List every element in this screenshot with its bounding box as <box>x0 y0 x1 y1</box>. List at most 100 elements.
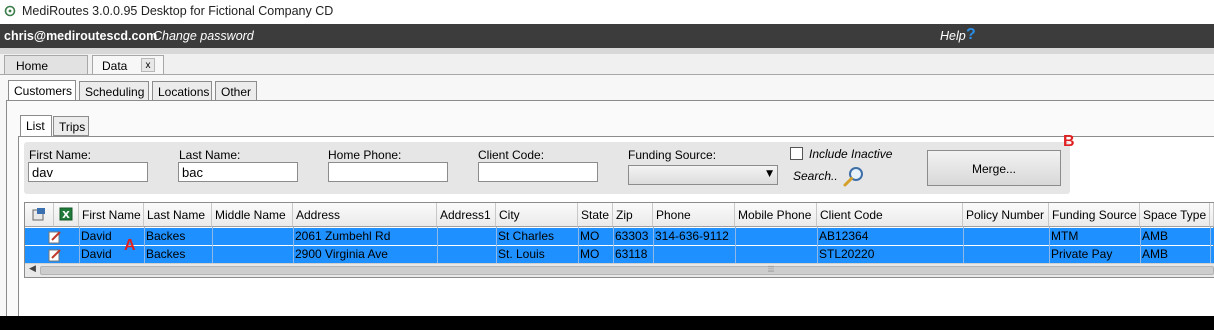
col-header-space-type[interactable]: Space Type <box>1140 203 1210 227</box>
col-header-state[interactable]: State <box>578 203 613 227</box>
change-password-link[interactable]: Change password <box>153 29 254 43</box>
grip-icon: ⦙⦙⦙ <box>768 265 775 275</box>
excel-icon: X <box>59 207 73 221</box>
tab-home-label: Home <box>16 59 49 73</box>
help-icon[interactable]: ? <box>966 26 976 44</box>
search-icon[interactable] <box>842 165 866 189</box>
help-link[interactable]: Help <box>940 29 966 43</box>
app-logo-icon <box>4 5 16 17</box>
grid-header-export-excel[interactable]: X <box>54 203 79 227</box>
merge-button[interactable]: Merge... <box>927 150 1061 186</box>
grid-divider <box>1140 227 1141 263</box>
grid-divider <box>653 227 654 263</box>
edit-icon[interactable] <box>48 230 62 244</box>
tab-home[interactable]: Home <box>4 55 88 75</box>
col-header-zip[interactable]: Zip <box>613 203 653 227</box>
col-header-address[interactable]: Address <box>293 203 437 227</box>
scroll-left-icon[interactable]: ◀ <box>29 264 36 274</box>
dropdown-arrow-icon: ▼ <box>766 169 773 179</box>
tab-customers[interactable]: Customers <box>8 80 76 102</box>
col-header-policy-number[interactable]: Policy Number <box>963 203 1049 227</box>
grid-divider <box>212 227 213 263</box>
funding-source-label: Funding Source: <box>628 148 717 162</box>
close-icon: x <box>145 60 151 71</box>
funding-source-select[interactable]: ▼ <box>628 165 778 185</box>
home-phone-input[interactable] <box>328 162 448 182</box>
col-header-phone-label: Phone <box>656 208 691 222</box>
bottom-bar <box>0 316 1214 330</box>
user-email: chris@mediroutescd.com <box>4 29 158 43</box>
col-header-funding-source-label: Funding Source <box>1052 208 1137 222</box>
tab-list[interactable]: List <box>20 115 52 137</box>
col-header-client-code-label: Client Code <box>820 208 883 222</box>
client-code-label: Client Code: <box>478 148 545 162</box>
first-name-label: First Name: <box>29 148 92 162</box>
grid-divider <box>293 227 294 263</box>
grid-divider <box>817 227 818 263</box>
scrollbar-thumb[interactable] <box>40 266 1214 275</box>
col-header-city[interactable]: City <box>496 203 578 227</box>
col-header-city-label: City <box>499 208 520 222</box>
tab-trips-label: Trips <box>59 120 86 134</box>
first-name-input[interactable] <box>28 162 148 182</box>
col-header-last-name[interactable]: Last Name <box>144 203 212 227</box>
grid-divider <box>496 227 497 263</box>
include-inactive-checkbox[interactable] <box>790 147 803 160</box>
tab-scheduling[interactable]: Scheduling <box>79 81 149 101</box>
col-header-filler <box>1210 203 1214 227</box>
grid-divider <box>1049 227 1050 263</box>
col-header-policy-number-label: Policy Number <box>966 208 1045 222</box>
title-bar: MediRoutes 3.0.0.95 Desktop for Fictiona… <box>0 0 1214 24</box>
tab-data[interactable]: Data x <box>92 55 164 76</box>
grid-divider <box>144 227 145 263</box>
last-name-label: Last Name: <box>179 148 241 162</box>
col-header-address1[interactable]: Address1 <box>437 203 496 227</box>
col-header-funding-source[interactable]: Funding Source <box>1049 203 1140 227</box>
table-row[interactable]: David Backes 2061 Zumbehl Rd St Charles … <box>25 228 1214 245</box>
col-header-address1-label: Address1 <box>440 208 491 222</box>
horizontal-scrollbar[interactable]: ◀ ⦙⦙⦙ <box>25 263 1214 277</box>
col-header-state-label: State <box>581 208 610 222</box>
annotation-a: A <box>124 237 136 254</box>
col-header-last-name-label: Last Name <box>147 208 206 222</box>
tab-list-label: List <box>26 119 45 133</box>
col-header-middle-name[interactable]: Middle Name <box>212 203 293 227</box>
tab-other-label: Other <box>221 85 252 99</box>
tab-trips[interactable]: Trips <box>53 116 89 136</box>
col-header-client-code[interactable]: Client Code <box>817 203 963 227</box>
col-header-middle-name-label: Middle Name <box>215 208 286 222</box>
col-header-zip-label: Zip <box>616 208 633 222</box>
tab-data-label: Data <box>102 59 128 73</box>
user-bar: chris@mediroutescd.com Change password H… <box>0 24 1214 48</box>
grid-divider <box>963 227 964 263</box>
edit-icon[interactable] <box>48 248 62 262</box>
col-header-mobile-phone-label: Mobile Phone <box>738 208 812 222</box>
client-code-input[interactable] <box>478 162 598 182</box>
search-label[interactable]: Search.. <box>793 169 838 183</box>
grid-header-export-pdf[interactable] <box>25 203 54 227</box>
tab-locations[interactable]: Locations <box>152 81 212 101</box>
home-phone-label: Home Phone: <box>328 148 402 162</box>
last-name-input[interactable] <box>178 162 298 182</box>
table-row[interactable]: David Backes 2900 Virginia Ave St. Louis… <box>25 246 1214 263</box>
grid-divider <box>735 227 736 263</box>
export-icon <box>32 208 45 221</box>
merge-button-label: Merge... <box>971 162 1016 176</box>
tab-other[interactable]: Other <box>215 81 257 101</box>
grid-divider <box>578 227 579 263</box>
grid-divider <box>79 227 80 263</box>
grid-divider <box>437 227 438 263</box>
tab-strip <box>0 48 1214 54</box>
col-header-space-type-label: Space Type <box>1143 208 1207 222</box>
tab-locations-label: Locations <box>158 85 210 99</box>
tab-scheduling-label: Scheduling <box>85 85 145 99</box>
grid-divider <box>613 227 614 263</box>
col-header-first-name-label: First Name <box>82 208 141 222</box>
window-title: MediRoutes 3.0.0.95 Desktop for Fictiona… <box>22 4 334 18</box>
include-inactive-label: Include Inactive <box>809 147 893 161</box>
col-header-address-label: Address <box>296 208 341 222</box>
close-tab-button[interactable]: x <box>141 58 155 72</box>
col-header-mobile-phone[interactable]: Mobile Phone <box>735 203 817 227</box>
col-header-first-name[interactable]: First Name <box>79 203 144 227</box>
col-header-phone[interactable]: Phone <box>653 203 735 227</box>
